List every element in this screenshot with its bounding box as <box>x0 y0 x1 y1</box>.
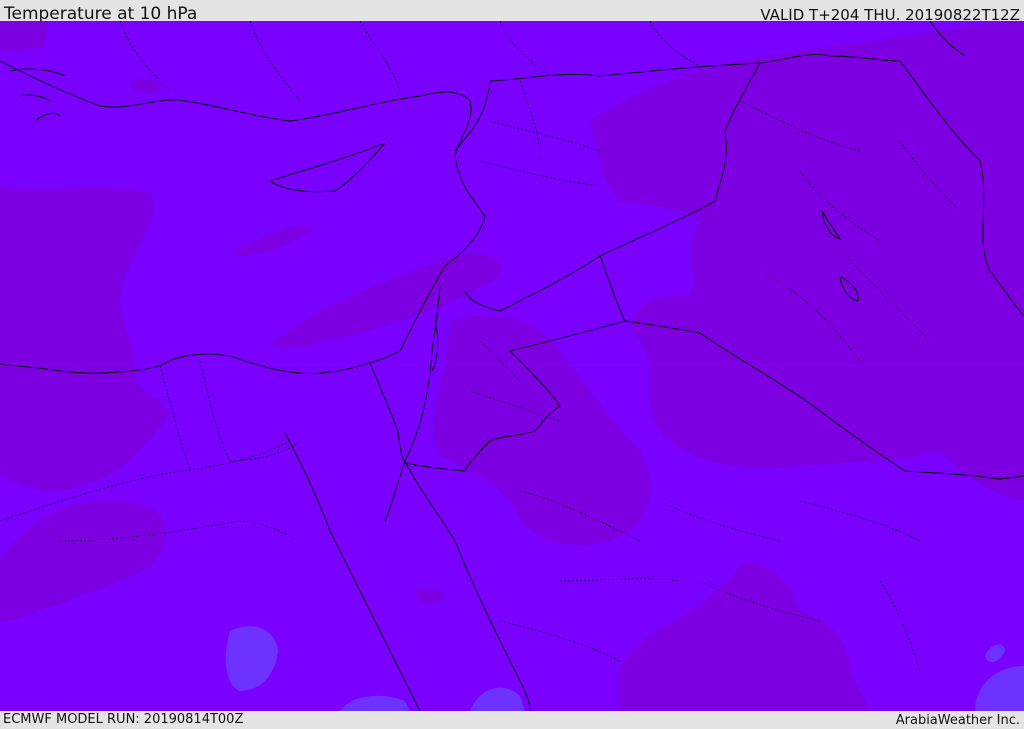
header-bar: Temperature at 10 hPa VALID T+204 THU. 2… <box>0 0 1024 24</box>
footer-bar: ECMWF MODEL RUN: 20190814T00Z ArabiaWeat… <box>0 711 1024 729</box>
credit-label: ArabiaWeather Inc. <box>895 713 1020 728</box>
model-run-label: ECMWF MODEL RUN: 20190814T00Z <box>3 712 244 727</box>
temperature-map <box>0 21 1024 711</box>
zone-nw-corner <box>0 21 48 51</box>
